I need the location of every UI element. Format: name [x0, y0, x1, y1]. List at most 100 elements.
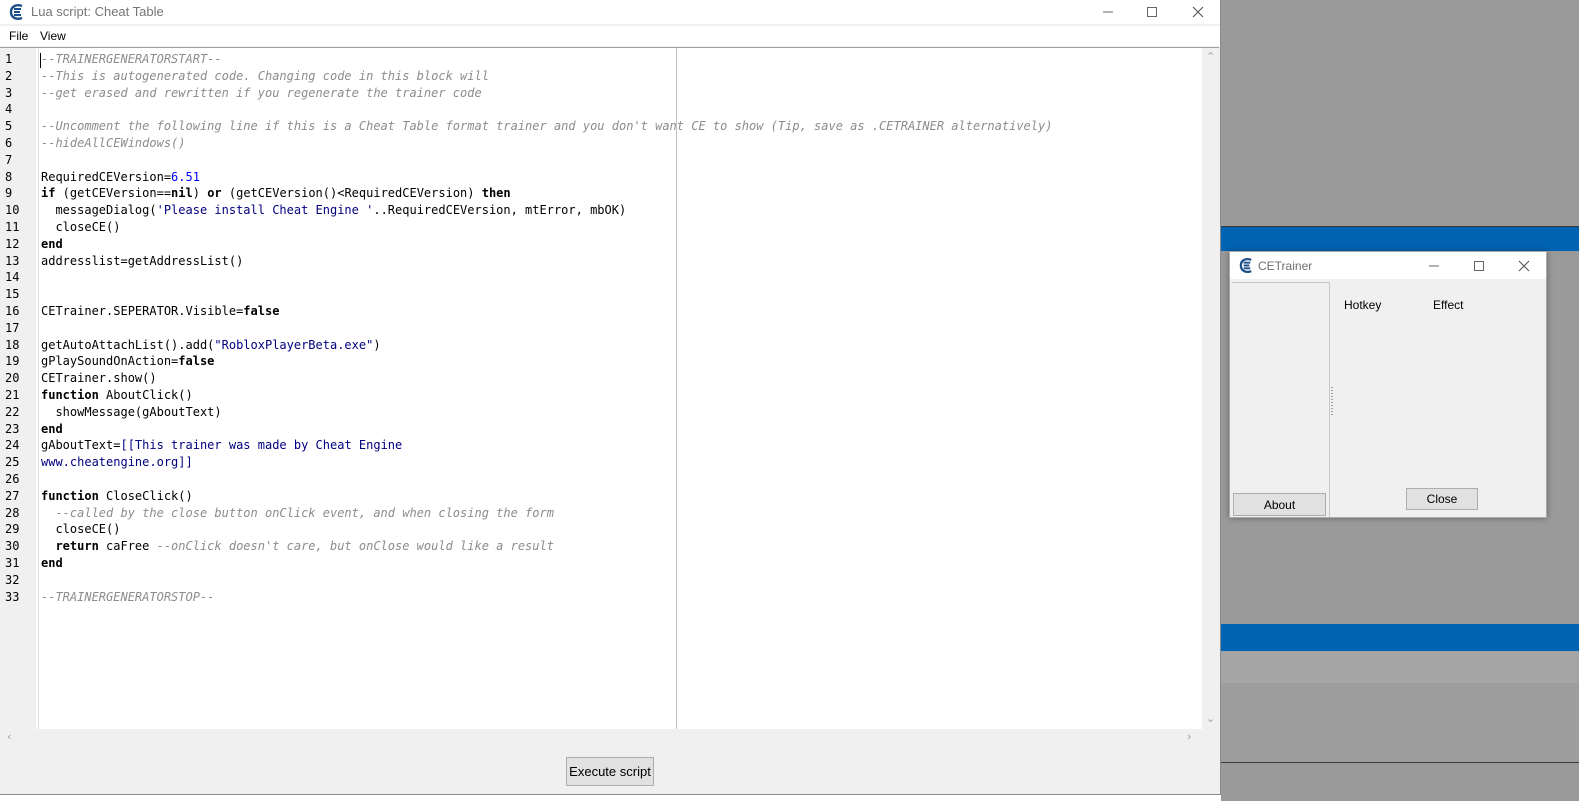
- code-line[interactable]: showMessage(gAboutText): [41, 404, 222, 421]
- cheat-engine-icon: [9, 4, 23, 20]
- line-number: 11: [5, 220, 20, 234]
- line-number: 21: [5, 388, 20, 402]
- line-number: 32: [5, 572, 20, 587]
- trainer-image-panel: [1232, 282, 1330, 517]
- code-token: if: [41, 186, 56, 201]
- code-line[interactable]: --get erased and rewritten if you regene…: [41, 85, 482, 102]
- code-token: --TRAINERGENERATORSTART--: [41, 52, 222, 66]
- code-token: closeCE(): [41, 220, 121, 234]
- trainer-cheat-list: Hotkey Effect: [1335, 282, 1545, 516]
- code-editor[interactable]: 1 2 3 4 5 6 7 8 9 10 11 12 13 14 15 16 17 18 19 20 21 22 23 24 2…: [0, 47, 1219, 746]
- close-button[interactable]: [1175, 0, 1221, 24]
- code-token: --Uncomment the following line if this i…: [41, 119, 1053, 134]
- line-number: 19: [5, 354, 20, 369]
- trainer-minimize-button[interactable]: [1412, 252, 1456, 279]
- line-number: 3: [5, 85, 13, 100]
- vertical-scrollbar[interactable]: ⌃ ⌄: [1202, 48, 1219, 729]
- code-line[interactable]: end: [41, 236, 63, 253]
- right-margin-line: [676, 48, 677, 729]
- code-line[interactable]: messageDialog('Please install Cheat Engi…: [41, 202, 626, 219]
- code-line[interactable]: end: [41, 555, 63, 572]
- line-number: 6: [5, 136, 13, 150]
- window-title: Lua script: Cheat Table: [31, 4, 164, 19]
- code-line[interactable]: function AboutClick(): [41, 387, 193, 404]
- trainer-maximize-button[interactable]: [1457, 252, 1501, 279]
- code-token: 6.51: [171, 169, 200, 184]
- code-line[interactable]: CETrainer.show(): [41, 370, 157, 387]
- code-line[interactable]: --TRAINERGENERATORSTOP--: [41, 589, 214, 606]
- scroll-down-icon[interactable]: ⌄: [1206, 712, 1215, 725]
- trainer-close-button[interactable]: [1502, 252, 1546, 279]
- about-button[interactable]: About: [1233, 493, 1326, 516]
- code-token: CETrainer.show(): [41, 371, 157, 386]
- code-line[interactable]: closeCE(): [41, 219, 120, 236]
- code-line[interactable]: addresslist=getAddressList(): [41, 253, 243, 270]
- scroll-right-icon[interactable]: ›: [1187, 730, 1191, 743]
- line-number-gutter: 1 2 3 4 5 6 7 8 9 10 11 12 13 14 15 16 17 18 19 20 21 22 23 24 2…: [0, 48, 36, 729]
- minimize-icon: [1429, 265, 1439, 266]
- gutter-separator: [38, 48, 39, 729]
- code-line[interactable]: --Uncomment the following line if this i…: [41, 118, 1052, 135]
- code-line[interactable]: gPlaySoundOnAction=false: [41, 353, 214, 370]
- trainer-title: CETrainer: [1258, 259, 1313, 273]
- code-line[interactable]: www.cheatengine.org]]: [41, 454, 193, 471]
- line-number: 28: [5, 505, 20, 520]
- code-line[interactable]: if (getCEVersion==nil) or (getCEVersion(…: [41, 185, 511, 202]
- code-line[interactable]: function CloseClick(): [41, 488, 193, 505]
- code-token: ): [373, 337, 381, 352]
- line-number: 15: [5, 287, 20, 302]
- scroll-up-icon[interactable]: ⌃: [1206, 50, 1215, 63]
- line-number: 17: [5, 320, 20, 335]
- line-number: 10: [5, 203, 20, 218]
- code-token: false: [178, 354, 215, 369]
- minimize-button[interactable]: [1085, 0, 1131, 24]
- code-token: end: [41, 556, 63, 570]
- code-token: --TRAINERGENERATORSTOP--: [41, 589, 215, 604]
- code-token: return: [41, 539, 99, 554]
- code-token: --get erased and rewritten if you regene…: [41, 85, 482, 100]
- column-header-effect[interactable]: Effect: [1433, 298, 1463, 312]
- horizontal-scrollbar[interactable]: ‹ ›: [0, 729, 1202, 746]
- line-number: 14: [5, 270, 20, 285]
- code-line[interactable]: --TRAINERGENERATORSTART--: [41, 51, 222, 68]
- code-token: www.cheatengine.org]]: [41, 455, 193, 470]
- trainer-close-action-button[interactable]: Close: [1406, 488, 1478, 510]
- code-token: CloseClick(): [98, 488, 193, 503]
- execute-script-button[interactable]: Execute script: [566, 757, 654, 786]
- background-window-panel: [1221, 763, 1579, 801]
- code-line[interactable]: --This is autogenerated code. Changing c…: [41, 68, 489, 85]
- code-line[interactable]: --hideAllCEWindows(): [41, 135, 186, 152]
- code-line[interactable]: --called by the close button onClick eve…: [41, 505, 554, 522]
- code-token: function: [41, 388, 99, 402]
- code-token: [[This trainer was made by Cheat Engine: [120, 438, 403, 453]
- code-line[interactable]: gAboutText=[[This trainer was made by Ch…: [41, 437, 402, 454]
- menu-file[interactable]: File: [9, 29, 28, 43]
- column-header-hotkey[interactable]: Hotkey: [1344, 298, 1381, 312]
- code-line[interactable]: closeCE(): [41, 521, 120, 538]
- code-token: --This is autogenerated code. Changing c…: [41, 68, 489, 83]
- code-token: showMessage(gAboutText): [41, 404, 222, 419]
- code-line[interactable]: CETrainer.SEPERATOR.Visible=false: [41, 303, 279, 320]
- background-window-titlebar: [1221, 624, 1579, 651]
- code-line[interactable]: return caFree --onClick doesn't care, bu…: [41, 538, 554, 555]
- title-bar[interactable]: Lua script: Cheat Table: [0, 0, 1220, 24]
- trainer-title-bar[interactable]: CETrainer: [1230, 252, 1546, 279]
- code-token: addresslist=getAddressList(): [41, 253, 244, 268]
- line-number: 23: [5, 421, 20, 436]
- code-token: 'Please install Cheat Engine ': [156, 203, 374, 218]
- scrollbar-corner: [1202, 729, 1219, 746]
- maximize-button[interactable]: [1129, 0, 1175, 24]
- code-token: false: [243, 304, 280, 318]
- code-line[interactable]: end: [41, 421, 63, 438]
- code-token: nil: [171, 186, 193, 201]
- line-number: 29: [5, 522, 20, 537]
- menu-view[interactable]: View: [40, 29, 66, 43]
- code-line[interactable]: getAutoAttachList().add("RobloxPlayerBet…: [41, 337, 381, 354]
- line-number: 22: [5, 404, 20, 419]
- background-window-panel: [1221, 683, 1579, 763]
- code-line[interactable]: RequiredCEVersion=6.51: [41, 169, 200, 186]
- code-token: caFree: [98, 539, 157, 554]
- line-number: 24: [5, 438, 20, 453]
- scroll-left-icon[interactable]: ‹: [7, 730, 11, 743]
- line-number: 26: [5, 472, 20, 486]
